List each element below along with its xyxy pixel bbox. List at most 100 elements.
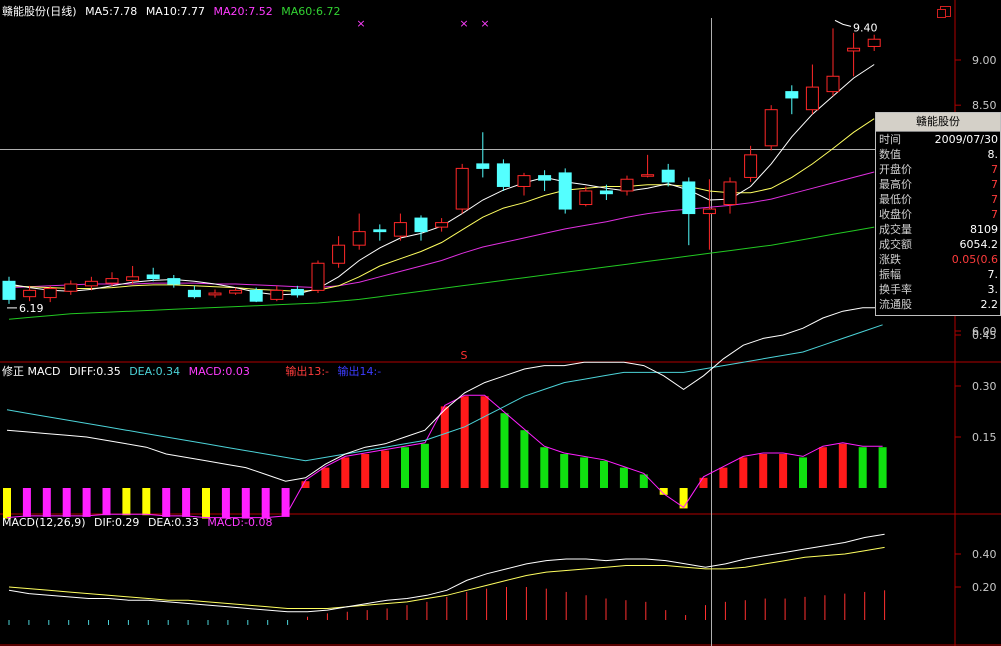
candle-body	[105, 278, 119, 284]
candle-body	[43, 288, 57, 299]
info-row: 成交量 8109	[876, 222, 1000, 237]
info-panel-rows: 时间 2009/07/30 数值 8. 开盘价 7 最高价 7 最低价 7 收盘价 7 成交量 8109 成…	[876, 132, 1000, 312]
info-row-value: 7.	[987, 268, 999, 281]
macd-tick-label: 0.20	[972, 581, 997, 594]
candle-body	[682, 181, 696, 215]
stock-chart[interactable]: 9.008.506.009.406.19× × ×S0.450.300.150.40…	[0, 0, 1001, 646]
candle-body	[393, 222, 407, 237]
xz-bar	[719, 467, 728, 488]
xz-diff: DIFF:0.35	[68, 365, 121, 378]
xz-bar	[102, 488, 111, 516]
candle-body	[599, 190, 613, 195]
ma60-line	[8, 226, 875, 320]
candle-body	[702, 208, 716, 215]
info-panel-title[interactable]: 赣能股份	[876, 113, 1000, 132]
legend-ma20: MA20:7.52	[213, 5, 273, 18]
xz-macd: MACD:0.03	[188, 365, 250, 378]
macd-legend: MACD(12,26,9) DIF:0.29 DEA:0.33 MACD:-0.…	[2, 516, 278, 530]
info-row: 时间 2009/07/30	[876, 132, 1000, 147]
candle-body	[826, 75, 840, 93]
info-row-value: 7	[991, 178, 998, 191]
stock-title: 赣能股份(日线)	[2, 5, 77, 18]
xz-tick-label: 0.15	[972, 431, 997, 444]
info-row-value: 2009/07/30	[934, 133, 998, 146]
signal-marker: ×	[480, 17, 489, 30]
candle-body	[558, 172, 572, 210]
info-row-value: 7	[991, 208, 998, 221]
macd-dif: DIF:0.29	[94, 516, 140, 529]
candle-body	[270, 289, 284, 300]
info-row-label: 最低价	[879, 193, 912, 206]
info-row-label: 涨跌	[879, 253, 901, 266]
info-row-label: 数值	[879, 148, 901, 161]
price-tick-label: 8.50	[972, 99, 997, 112]
candle-body	[332, 244, 346, 264]
xz-bar	[162, 488, 171, 517]
xz-bar	[838, 443, 847, 488]
macd-tick-label: 0.40	[972, 548, 997, 561]
info-row-label: 振幅	[879, 268, 901, 281]
xz-bar	[480, 396, 489, 488]
xz-bar	[500, 413, 509, 488]
info-row: 流通股 2.2	[876, 297, 1000, 312]
xz-bar	[241, 488, 250, 519]
info-row-label: 成交额	[879, 238, 912, 251]
restore-window-icon[interactable]	[937, 6, 951, 18]
candle-body	[249, 289, 263, 302]
xz-bar	[361, 454, 370, 488]
info-row-label: 开盘价	[879, 163, 912, 176]
candle-body	[517, 175, 531, 187]
xz-bar	[202, 488, 210, 519]
xz-bar	[82, 488, 91, 517]
xz-tick-label: 0.30	[972, 380, 997, 393]
candle-body	[229, 289, 243, 294]
s-marker: S	[461, 349, 468, 362]
xz-macd-name: 修正 MACD	[2, 365, 61, 378]
candle-body	[290, 288, 304, 296]
xz-bar	[619, 467, 628, 488]
info-row: 收盘价 7	[876, 207, 1000, 222]
signal-marker: ×	[459, 17, 468, 30]
candle-body	[805, 86, 819, 111]
xz-bar	[520, 430, 529, 488]
xz-bar	[540, 447, 549, 488]
xz-bar	[759, 454, 768, 488]
info-row: 涨跌 0.05(0.6	[876, 252, 1000, 267]
xz-tick-label: 0.45	[972, 329, 997, 342]
info-row-label: 流通股	[879, 298, 912, 311]
xz-bar	[42, 488, 51, 517]
candle-body	[435, 222, 449, 228]
candle-body	[847, 47, 861, 52]
candle-body	[208, 292, 222, 296]
xz-output14: 输出14:-	[337, 365, 382, 378]
xz-bar	[779, 454, 788, 488]
candle-body	[84, 280, 98, 287]
xz-bar	[321, 467, 330, 488]
xz-bar	[460, 396, 469, 488]
xz-bar	[221, 488, 230, 519]
candle-body	[414, 217, 428, 233]
xz-bar	[440, 406, 449, 488]
legend-ma5: MA5:7.78	[85, 5, 138, 18]
info-row-value: 8109	[970, 223, 998, 236]
candle-body	[641, 174, 655, 177]
candle-body	[661, 169, 675, 183]
macd-macd: MACD:-0.08	[207, 516, 273, 529]
info-row-label: 换手率	[879, 283, 912, 296]
legend-ma60: MA60:6.72	[281, 5, 341, 18]
candle-body	[496, 163, 510, 187]
info-panel[interactable]: 赣能股份 时间 2009/07/30 数值 8. 开盘价 7 最高价 7 最低价 7 收盘价 7 成交量…	[875, 112, 1001, 316]
candle-body	[455, 167, 469, 210]
xz-bar	[600, 460, 608, 488]
xz-bar	[182, 488, 191, 517]
candle-body	[146, 274, 160, 280]
info-row: 振幅 7.	[876, 267, 1000, 282]
signal-marker: ×	[356, 17, 365, 30]
info-row: 开盘价 7	[876, 162, 1000, 177]
candle-body	[64, 283, 78, 292]
candle-body	[764, 109, 778, 147]
xz-bar	[341, 457, 350, 488]
candle-body	[373, 229, 387, 233]
xz-dea: DEA:0.34	[129, 365, 181, 378]
xz-bar	[739, 457, 748, 488]
